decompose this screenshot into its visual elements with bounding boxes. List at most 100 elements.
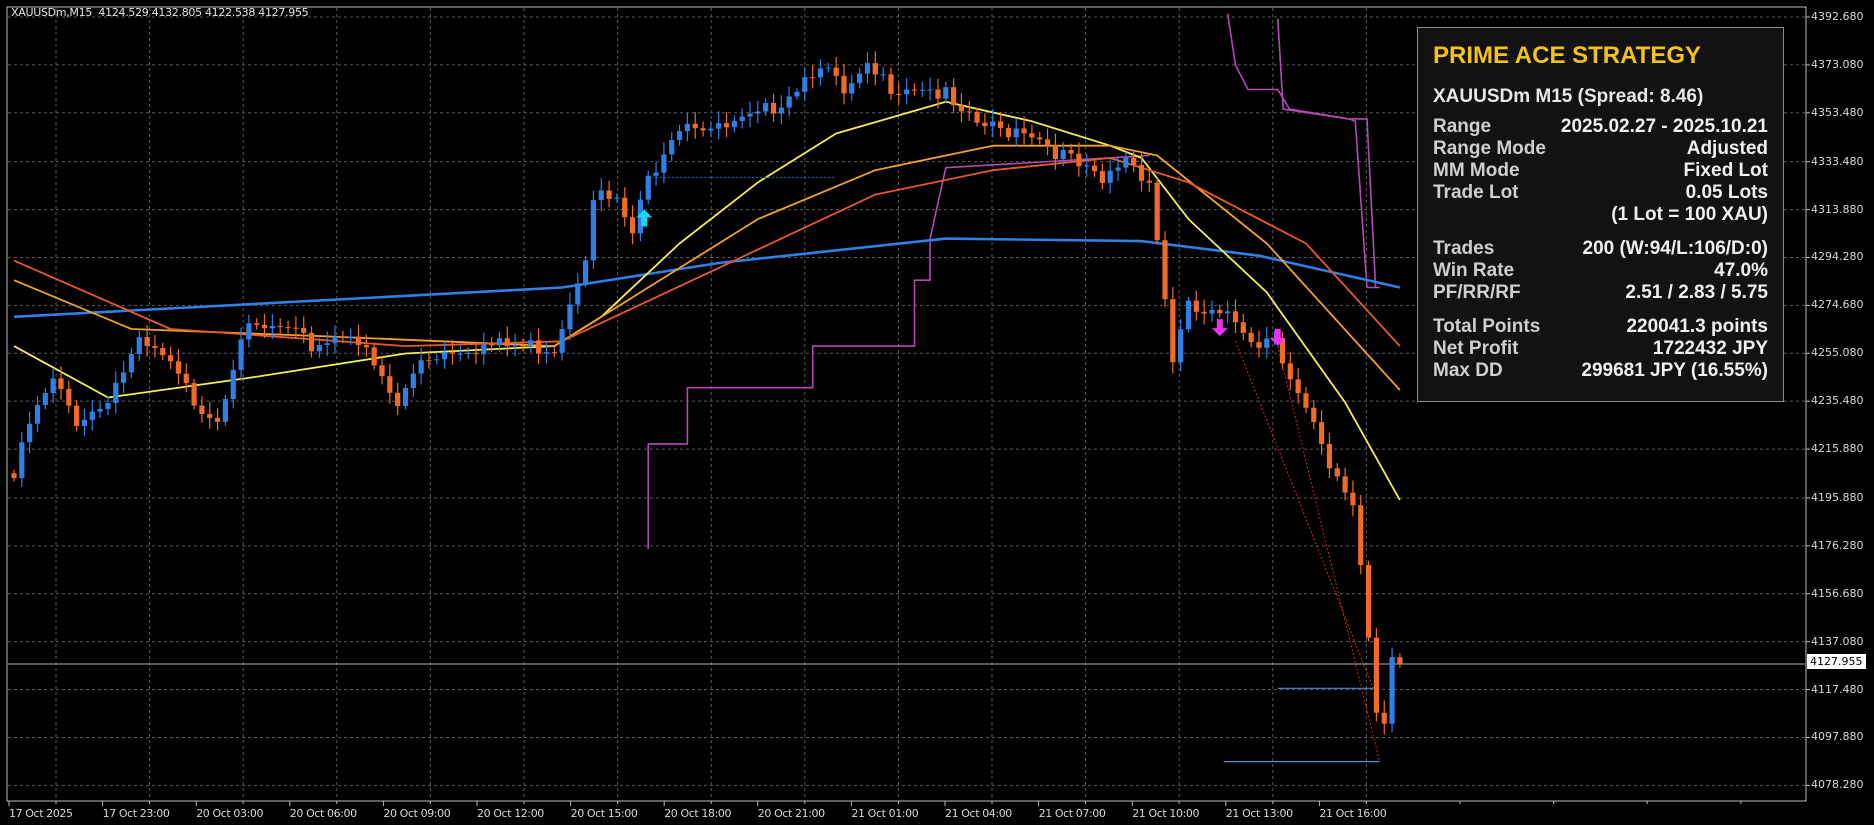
time-tick-label: 17 Oct 2025: [9, 807, 73, 820]
price-tick-label: 4353.480: [1811, 105, 1864, 119]
candle-bullish: [904, 89, 910, 95]
price-tick-label: 4235.480: [1811, 394, 1864, 408]
price-tick-label: 4176.280: [1811, 538, 1864, 552]
candle-bearish: [951, 87, 957, 106]
candle-bullish: [81, 419, 88, 427]
candle-bullish: [763, 102, 769, 112]
candle-bearish: [489, 344, 495, 346]
candle-bearish: [340, 336, 346, 338]
panel-row-label: Range: [1433, 116, 1492, 137]
candle-bearish: [888, 74, 894, 94]
panel-row-label: Win Rate: [1433, 260, 1515, 281]
price-tick-label: 4195.880: [1811, 490, 1864, 504]
candle-bullish: [747, 113, 753, 117]
candle-bearish: [833, 67, 839, 76]
time-tick-label: 21 Oct 16:00: [1319, 807, 1387, 820]
panel-row-label: Trade Lot: [1433, 182, 1519, 203]
panel-row: Range Mode Adjusted: [1433, 138, 1768, 160]
candle-bearish: [1326, 443, 1333, 469]
candle-bearish: [1029, 133, 1035, 138]
candle-bullish: [348, 336, 354, 338]
time-tick-label: 17 Oct 23:00: [102, 807, 170, 820]
candle-bullish: [50, 378, 56, 393]
panel-row: MM Mode Fixed Lot: [1433, 160, 1768, 182]
time-tick-label: 21 Oct 04:00: [945, 807, 1012, 820]
candle-bearish: [168, 355, 174, 362]
candle-bearish: [1365, 564, 1372, 638]
candle-bullish: [105, 403, 111, 409]
candle-bullish: [418, 360, 424, 374]
candle-bearish: [1052, 145, 1058, 160]
panel-row: PF/RR/RF 2.51 / 2.83 / 5.75: [1433, 282, 1768, 304]
candle-bearish: [214, 417, 221, 422]
candle-bullish: [802, 77, 808, 92]
candle-bullish: [113, 382, 119, 404]
candle-bearish: [1154, 182, 1160, 241]
candle-bullish: [121, 372, 127, 383]
candle-bearish: [1131, 157, 1137, 165]
candle-bearish: [74, 405, 80, 427]
candle-bearish: [692, 123, 698, 129]
ohlc-values: 4124.529 4132.805 4122.538 4127.955: [98, 6, 309, 19]
candle-bearish: [629, 217, 636, 234]
panel-row-label: Range Mode: [1433, 138, 1546, 159]
candle-bullish: [857, 73, 863, 84]
candle-bullish: [97, 408, 103, 412]
price-tick-label: 4215.880: [1811, 442, 1864, 456]
candle-bullish: [880, 74, 886, 76]
candle-bearish: [723, 123, 730, 128]
panel-row-label: PF/RR/RF: [1433, 282, 1521, 303]
candle-bullish: [1013, 128, 1019, 138]
candle-bullish: [653, 172, 659, 176]
candle-bullish: [1123, 157, 1129, 168]
candle-bearish: [175, 361, 182, 374]
candle-bearish: [144, 337, 150, 346]
candle-bearish: [1248, 332, 1254, 343]
candle-bullish: [990, 121, 996, 127]
panel-row: Total Points 220041.3 points: [1433, 316, 1768, 338]
candle-bullish: [943, 87, 949, 99]
candle-bearish: [958, 105, 965, 112]
candle-bearish: [896, 93, 902, 95]
candle-bullish: [575, 283, 581, 305]
candle-bearish: [606, 190, 612, 199]
candle-bullish: [89, 411, 95, 420]
candle-bullish: [496, 338, 503, 346]
candle-bearish: [1232, 311, 1239, 323]
panel-symbol-line: XAUUSDm M15 (Spread: 8.46): [1433, 86, 1704, 107]
panel-row-value: 1722432 JPY: [1652, 338, 1768, 359]
panel-row-value: 299681 JPY (16.55%): [1581, 360, 1768, 381]
candle-bullish: [849, 83, 855, 94]
price-tick-label: 4117.480: [1811, 682, 1864, 696]
candle-bearish: [520, 345, 526, 347]
candle-bearish: [261, 324, 268, 329]
candle-bullish: [1185, 300, 1192, 330]
candle-bullish: [222, 399, 229, 422]
candle-bearish: [1193, 300, 1199, 312]
candle-bearish: [551, 352, 557, 354]
candle-bullish: [614, 197, 620, 199]
candle-bearish: [974, 111, 980, 123]
candle-bearish: [1170, 299, 1176, 363]
candle-bullish: [567, 304, 573, 330]
candle-bearish: [183, 373, 189, 384]
panel-row-value: 2025.02.27 - 2025.10.21: [1560, 116, 1768, 137]
candle-bearish: [810, 77, 816, 79]
candle-bullish: [739, 116, 745, 122]
time-tick-label: 21 Oct 13:00: [1225, 807, 1293, 820]
candle-bullish: [669, 139, 675, 155]
candle-bearish: [58, 378, 64, 389]
time-tick-label: 20 Oct 03:00: [196, 807, 264, 820]
candle-bullish: [457, 353, 463, 355]
panel-row-value: 47.0%: [1714, 260, 1768, 281]
candle-bullish: [128, 354, 135, 373]
candle-bullish: [778, 107, 784, 114]
candle-bullish: [1264, 338, 1270, 348]
candle-bearish: [11, 473, 17, 479]
candle-bearish: [1217, 309, 1223, 314]
price-tick-label: 4313.880: [1811, 202, 1864, 216]
candle-bearish: [841, 75, 847, 94]
panel-row-label: Total Points: [1433, 316, 1541, 337]
panel-row-value: (1 Lot = 100 XAU): [1611, 204, 1768, 225]
candle-bullish: [543, 352, 550, 354]
